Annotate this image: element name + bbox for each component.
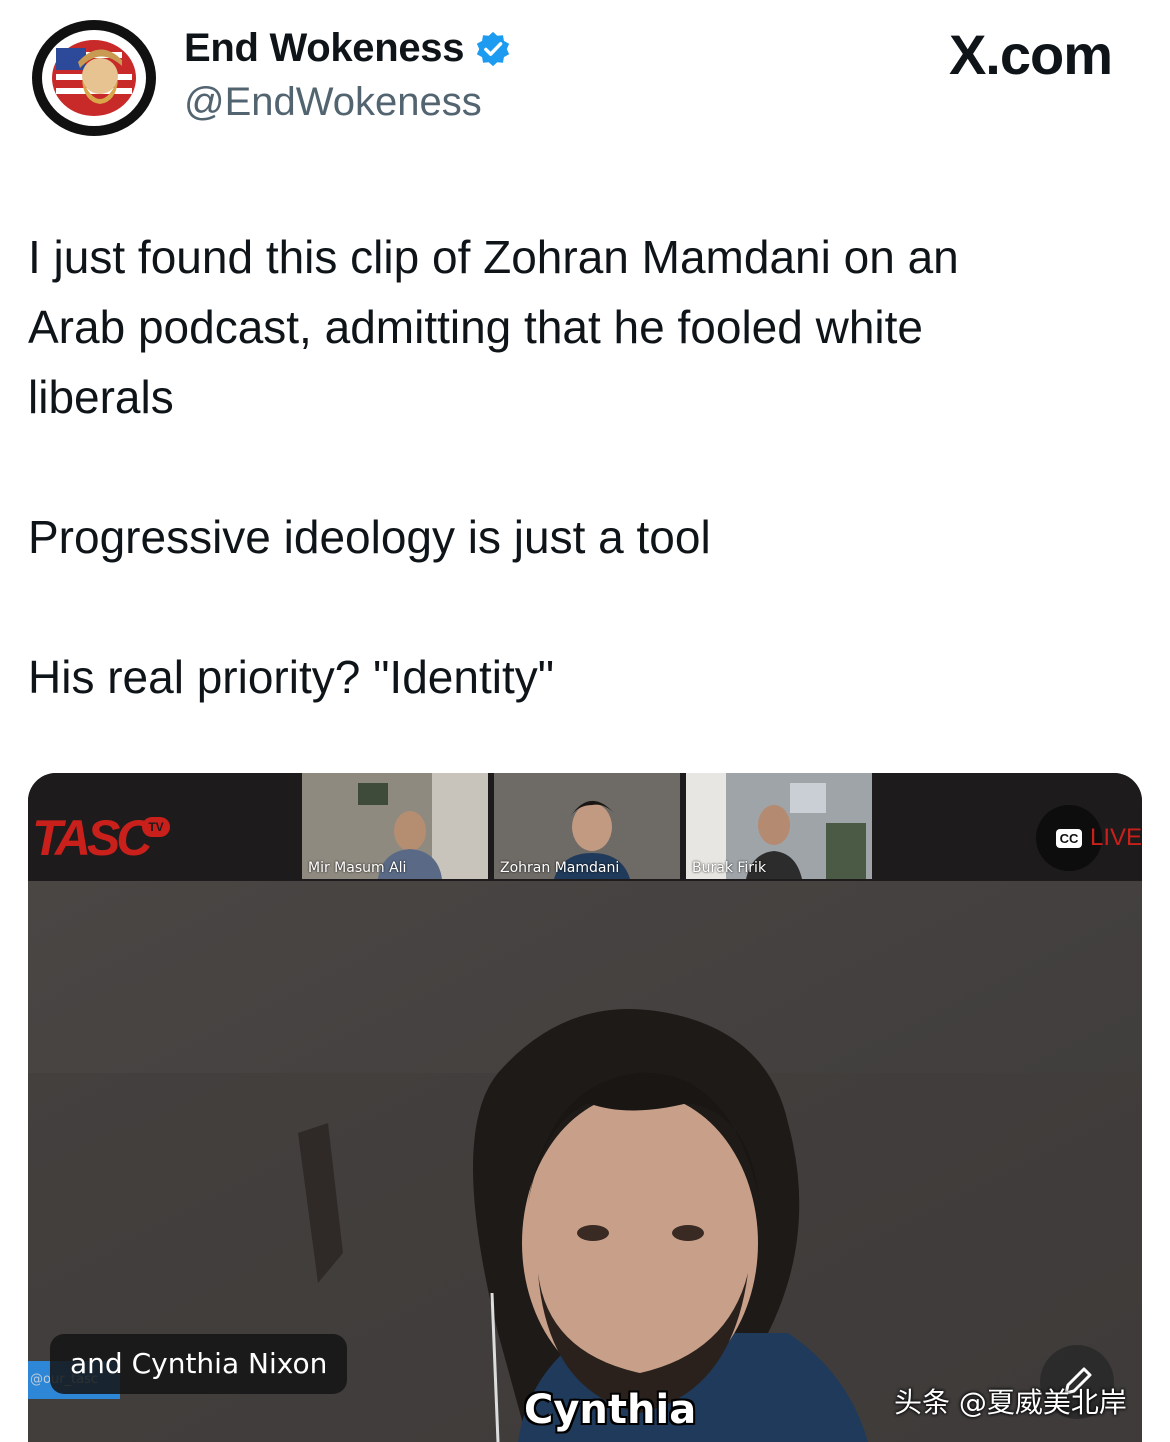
cc-icon: CC (1055, 828, 1083, 848)
video-subtitle: Cynthia (524, 1387, 697, 1433)
video-player[interactable]: TASC TV Mir Masum Ali Zohran Mamdani Bur… (28, 773, 1142, 1442)
avatar[interactable] (30, 18, 158, 138)
participant-tile: Burak Firik (686, 773, 872, 879)
tweet-line: liberals (28, 371, 174, 423)
participant-tile: Zohran Mamdani (494, 773, 680, 879)
lower-third-caption: and Cynthia Nixon (50, 1334, 348, 1394)
live-indicator[interactable]: CC LIVE (1035, 805, 1142, 871)
author-handle[interactable]: @EndWokeness (184, 80, 482, 125)
tweet-line: I just found this clip of Zohran Mamdani… (28, 231, 959, 283)
channel-logo: TASC (32, 810, 152, 866)
source-watermark: 头条 @夏威美北岸 (894, 1386, 1127, 1419)
author-name-row[interactable]: End Wokeness (184, 26, 512, 71)
tweet-paragraph: Progressive ideology is just a tool (28, 511, 711, 563)
tweet-paragraph: His real priority? "Identity" (28, 651, 555, 703)
participant-name: Burak Firik (692, 860, 767, 876)
channel-logo-tv: TV (142, 817, 170, 837)
brand-label: X.com (948, 23, 1113, 86)
author-display-name[interactable]: End Wokeness (184, 26, 465, 71)
verified-badge-icon (477, 31, 510, 66)
participant-tile: Mir Masum Ali (302, 773, 488, 879)
tweet-text: I just found this clip of Zohran Mamdani… (28, 222, 1138, 712)
participant-name: Zohran Mamdani (500, 860, 620, 876)
support-former-things-badge-icon (32, 20, 156, 136)
live-label: LIVE (1089, 824, 1142, 851)
participant-name: Mir Masum Ali (308, 860, 407, 876)
tweet-line: Arab podcast, admitting that he fooled w… (28, 301, 924, 353)
